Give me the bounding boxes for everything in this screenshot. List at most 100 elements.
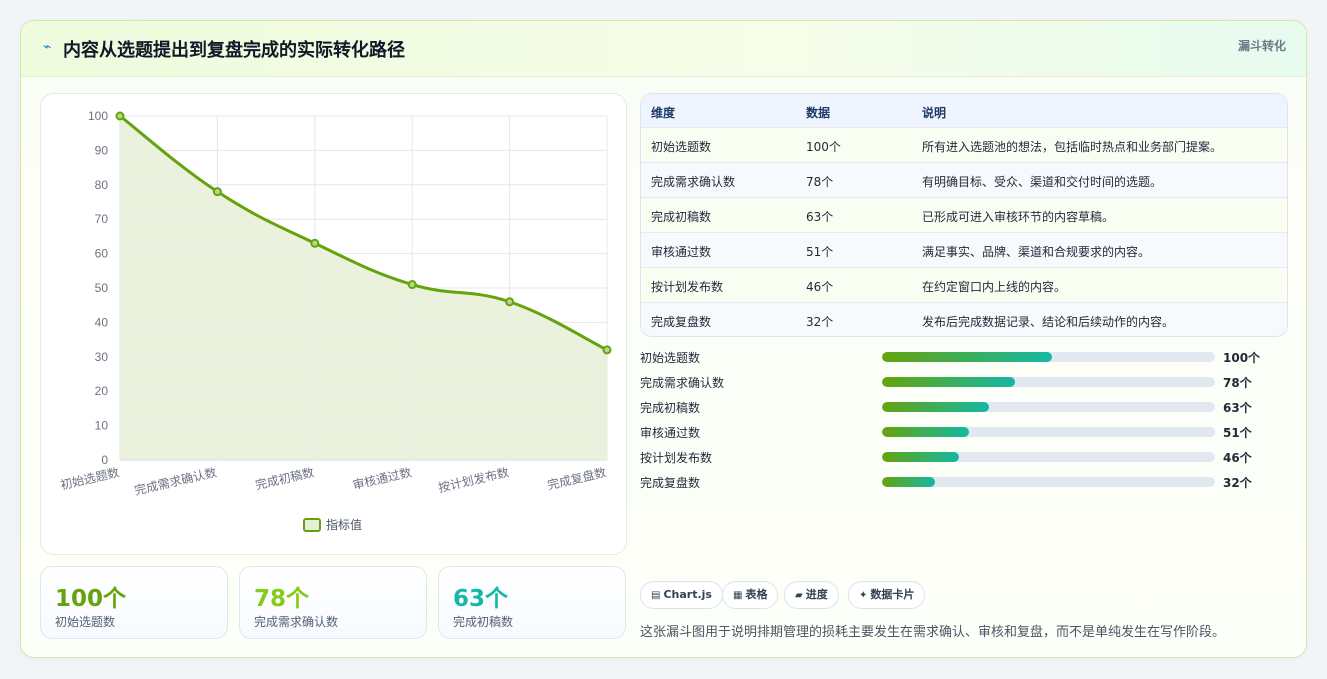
chip-card[interactable]: ✦ 数据卡片	[848, 581, 926, 609]
y-tick-label: 40	[95, 315, 109, 329]
row-value: 100个	[806, 140, 841, 154]
row-description: 发布后完成数据记录、结论和后续动作的内容。	[922, 315, 1175, 329]
progress-icon: ▰	[795, 590, 803, 601]
progress-value: 51个	[1223, 426, 1252, 440]
y-tick-label: 80	[95, 178, 109, 192]
table-header: 维度 数据 说明	[641, 94, 1287, 127]
y-tick-label: 70	[95, 212, 109, 226]
row-description: 在约定窗口内上线的内容。	[922, 280, 1067, 294]
row-dimension: 完成初稿数	[651, 210, 712, 224]
progress-value: 46个	[1223, 451, 1252, 465]
progress-track	[882, 477, 1215, 487]
y-tick-label: 60	[95, 247, 109, 261]
y-tick-label: 10	[95, 419, 109, 433]
x-tick-label: 完成需求确认数	[133, 464, 218, 498]
progress-track	[882, 452, 1215, 462]
row-description: 满足事实、品牌、渠道和合规要求的内容。	[922, 245, 1151, 259]
x-tick-label: 完成初稿数	[254, 464, 316, 492]
kpi-value: 63个	[453, 586, 509, 612]
x-tick-label: 审核通过数	[351, 464, 413, 492]
progress-label: 初始选题数	[640, 351, 701, 365]
progress-row: 审核通过数 51个	[640, 422, 1288, 442]
data-point	[115, 111, 125, 121]
chip-progress[interactable]: ▰ 进度	[784, 581, 839, 609]
progress-value: 78个	[1223, 376, 1252, 390]
y-tick-label: 90	[95, 143, 109, 157]
progress-value: 63个	[1223, 401, 1252, 415]
row-value: 51个	[806, 245, 834, 259]
progress-track	[882, 377, 1215, 387]
header-dimension: 维度	[651, 106, 676, 120]
legend-label: 指标值	[326, 517, 362, 532]
row-value: 32个	[806, 315, 834, 329]
progress-row: 按计划发布数 46个	[640, 447, 1288, 467]
funnel-card: ⌁ 内容从选题提出到复盘完成的实际转化路径 漏斗转化 0 10 20 30 40 50 60…	[20, 20, 1307, 658]
table-row: 按计划发布数 46个 在约定窗口内上线的内容。	[641, 267, 1287, 302]
chip-label: 进度	[805, 588, 828, 601]
progress-row: 完成初稿数 63个	[640, 397, 1288, 417]
x-tick-label: 完成复盘数	[546, 464, 608, 492]
row-dimension: 完成需求确认数	[651, 175, 736, 189]
data-point	[407, 280, 417, 290]
progress-row: 初始选题数 100个	[640, 347, 1288, 367]
progress-value: 32个	[1223, 476, 1252, 490]
data-point	[310, 238, 320, 248]
data-table: 维度 数据 说明 初始选题数 100个 所有进入选题池的想法，包括临时热点和业务部门…	[640, 93, 1288, 337]
progress-label: 完成复盘数	[640, 476, 701, 490]
progress-value: 100个	[1223, 351, 1261, 365]
progress-fill	[882, 352, 1052, 362]
y-tick-label: 50	[95, 281, 109, 295]
table-icon: ▦	[733, 590, 743, 601]
chip-table[interactable]: ▦ 表格	[722, 581, 779, 609]
progress-fill	[882, 452, 959, 462]
chip-chart[interactable]: ▤ Chart.js	[640, 581, 723, 609]
kpi-value: 100个	[55, 586, 127, 612]
chip-label: Chart.js	[663, 588, 712, 601]
footer-note: 这张漏斗图用于说明排期管理的损耗主要发生在需求确认、审核和复盘，而不是单纯发生在…	[640, 625, 1226, 640]
kpi-label: 初始选题数	[55, 615, 116, 629]
line-chart-panel: 0 10 20 30 40 50 60 70 80 90 100 初始选题数 完成需求确认数 完成初稿数 审…	[40, 93, 627, 555]
data-point	[505, 297, 515, 307]
table-row: 完成复盘数 32个 发布后完成数据记录、结论和后续动作的内容。	[641, 302, 1287, 336]
progress-fill	[882, 427, 969, 437]
progress-label: 完成初稿数	[640, 401, 701, 415]
row-value: 46个	[806, 280, 834, 294]
progress-fill	[882, 377, 1016, 387]
x-tick-label: 初始选题数	[59, 464, 121, 492]
kpi-label: 完成初稿数	[453, 615, 514, 629]
table-row: 完成需求确认数 78个 有明确目标、受众、渠道和交付时间的选题。	[641, 162, 1287, 197]
table-row: 审核通过数 51个 满足事实、品牌、渠道和合规要求的内容。	[641, 232, 1287, 267]
kpi-card-confirmed: 78个 完成需求确认数	[239, 566, 427, 639]
progress-label: 完成需求确认数	[640, 376, 725, 390]
trend-icon: ⌁	[43, 39, 52, 55]
progress-label: 按计划发布数	[640, 451, 713, 465]
y-tick-label: 30	[95, 350, 109, 364]
progress-fill	[882, 477, 936, 487]
table-row: 完成初稿数 63个 已形成可进入审核环节的内容草稿。	[641, 197, 1287, 232]
chip-label: 数据卡片	[870, 588, 915, 601]
row-description: 已形成可进入审核环节的内容草稿。	[922, 210, 1115, 224]
row-description: 有明确目标、受众、渠道和交付时间的选题。	[922, 175, 1163, 189]
row-dimension: 按计划发布数	[651, 280, 724, 294]
line-chart[interactable]: 0 10 20 30 40 50 60 70 80 90 100 初始选题数 完成需求确认数 完成初稿数 审…	[41, 94, 628, 556]
card-header: ⌁ 内容从选题提出到复盘完成的实际转化路径 漏斗转化	[21, 21, 1306, 77]
category-badge: 漏斗转化	[1237, 39, 1286, 53]
row-value: 63个	[806, 210, 834, 224]
row-description: 所有进入选题池的想法，包括临时热点和业务部门提案。	[922, 140, 1223, 154]
kpi-card-initial: 100个 初始选题数	[40, 566, 228, 639]
row-value: 78个	[806, 175, 834, 189]
progress-fill	[882, 402, 989, 412]
table-row: 初始选题数 100个 所有进入选题池的想法，包括临时热点和业务部门提案。	[641, 127, 1287, 162]
row-dimension: 完成复盘数	[651, 315, 712, 329]
progress-row: 完成复盘数 32个	[640, 472, 1288, 492]
kpi-card-draft: 63个 完成初稿数	[438, 566, 626, 639]
page-title: 内容从选题提出到复盘完成的实际转化路径	[63, 40, 405, 61]
x-tick-label: 按计划发布数	[437, 464, 511, 495]
card-icon: ✦	[859, 590, 868, 601]
y-tick-label: 0	[101, 453, 108, 467]
header-data: 数据	[806, 106, 831, 120]
data-point	[602, 345, 612, 355]
chart-icon: ▤	[651, 590, 661, 601]
y-tick-label: 100	[88, 109, 108, 123]
kpi-value: 78个	[254, 586, 310, 612]
